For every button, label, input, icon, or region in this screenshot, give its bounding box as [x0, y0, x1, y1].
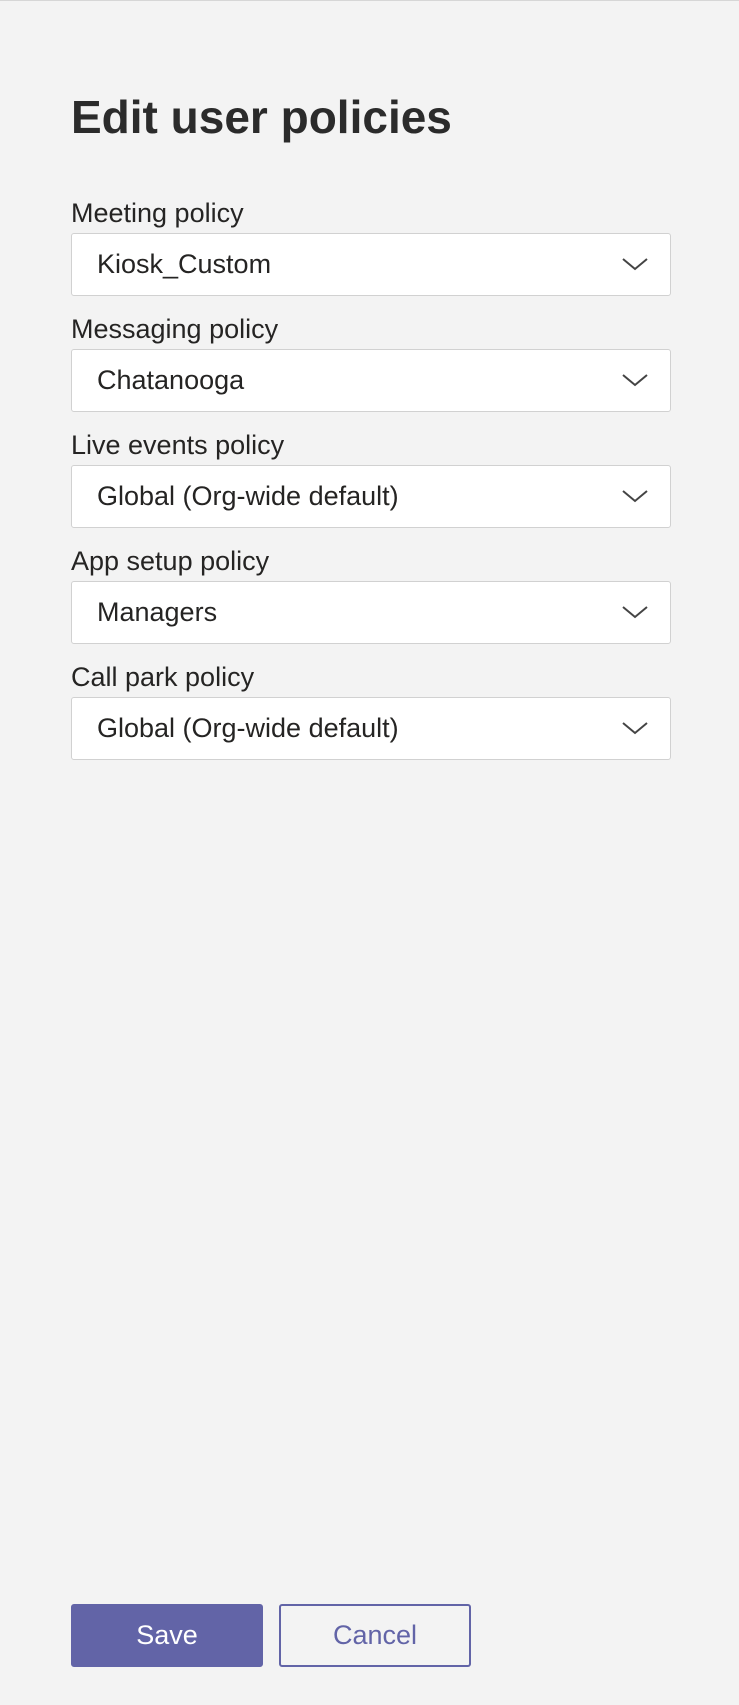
chevron-down-icon	[622, 606, 648, 619]
call-park-policy-dropdown[interactable]: Global (Org-wide default)	[71, 697, 671, 760]
messaging-policy-dropdown[interactable]: Chatanooga	[71, 349, 671, 412]
chevron-down-icon	[622, 490, 648, 503]
call-park-policy-label: Call park policy	[71, 662, 255, 692]
chevron-down-icon	[622, 374, 648, 387]
page-title: Edit user policies	[71, 91, 452, 143]
live-events-policy-label: Live events policy	[71, 430, 285, 460]
meeting-policy-label: Meeting policy	[71, 198, 244, 228]
messaging-policy-field: Messaging policy Chatanooga	[71, 311, 671, 412]
call-park-policy-field: Call park policy Global (Org-wide defaul…	[71, 659, 671, 760]
app-setup-policy-label: App setup policy	[71, 546, 270, 576]
app-setup-policy-field: App setup policy Managers	[71, 543, 671, 644]
live-events-policy-dropdown[interactable]: Global (Org-wide default)	[71, 465, 671, 528]
cancel-button[interactable]: Cancel	[279, 1604, 471, 1667]
chevron-down-icon	[622, 258, 648, 271]
meeting-policy-field: Meeting policy Kiosk_Custom	[71, 195, 671, 296]
live-events-policy-field: Live events policy Global (Org-wide defa…	[71, 427, 671, 528]
chevron-down-icon	[622, 722, 648, 735]
messaging-policy-value: Chatanooga	[97, 365, 245, 395]
meeting-policy-dropdown[interactable]: Kiosk_Custom	[71, 233, 671, 296]
call-park-policy-value: Global (Org-wide default)	[97, 713, 399, 743]
live-events-policy-value: Global (Org-wide default)	[97, 481, 399, 511]
meeting-policy-value: Kiosk_Custom	[97, 249, 272, 279]
messaging-policy-label: Messaging policy	[71, 314, 279, 344]
save-button[interactable]: Save	[71, 1604, 263, 1667]
app-setup-policy-value: Managers	[97, 597, 218, 627]
app-setup-policy-dropdown[interactable]: Managers	[71, 581, 671, 644]
